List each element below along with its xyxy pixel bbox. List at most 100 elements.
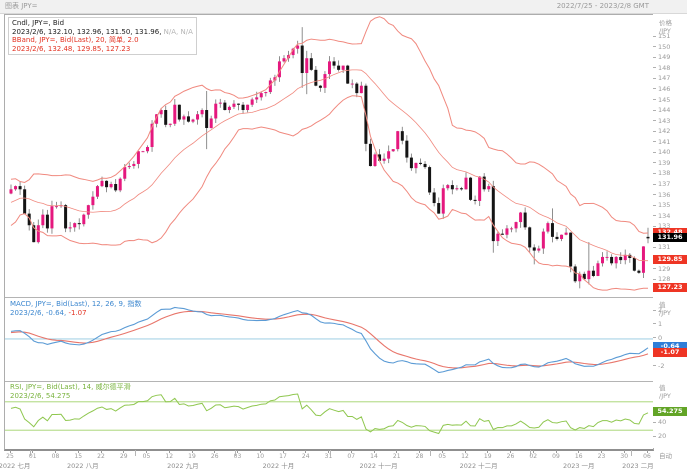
month-boundary-mark xyxy=(530,450,531,456)
macd-tick-label: 0 xyxy=(658,334,662,342)
time-tick-day-label: 06 xyxy=(640,453,654,460)
time-tick-day-label: 31 xyxy=(322,453,336,460)
macd-legend: MACD, JPY=, Bid(Last), 12, 26, 9, 指数 202… xyxy=(10,300,141,317)
price-tick-label: 139 xyxy=(658,159,670,167)
chart-title: 图表 JPY= xyxy=(5,0,38,13)
price-tick-label: 134 xyxy=(658,212,670,220)
time-tick-day-label: 09 xyxy=(549,453,563,460)
month-boundary-mark xyxy=(135,450,136,456)
month-label: 2022 七月 xyxy=(0,460,45,470)
time-tick-day-label: 30 xyxy=(617,453,631,460)
time-tick-day-label: 23 xyxy=(595,453,609,460)
month-label: 2022 十一月 xyxy=(349,460,409,470)
price-tick-mark xyxy=(653,184,656,185)
month-label: 2023 一月 xyxy=(549,460,609,470)
price-tick-mark xyxy=(653,173,656,174)
price-tick-mark xyxy=(653,36,656,37)
price-tick-mark xyxy=(653,57,656,58)
price-tick-label: 131 xyxy=(658,243,670,251)
bband-values: 2023/2/6, 132.48, 129.85, 127.23 xyxy=(12,45,193,54)
rsi-tick-mark xyxy=(653,436,656,437)
price-tick-mark xyxy=(653,215,656,216)
bband-mid-badge: 129.85 xyxy=(653,255,687,264)
time-axis[interactable]: 自动 2501081522290512192603101724310714212… xyxy=(0,450,687,470)
time-tick-day-label: 05 xyxy=(140,453,154,460)
price-tick-mark xyxy=(653,46,656,47)
rsi-value-badge: 54.275 xyxy=(653,407,687,416)
price-tick-mark xyxy=(653,268,656,269)
price-tick-label: 138 xyxy=(658,169,670,177)
time-tick-day-label: 28 xyxy=(413,453,427,460)
time-tick-day-label: 07 xyxy=(344,453,358,460)
price-tick-mark xyxy=(653,88,656,89)
price-tick-label: 146 xyxy=(658,85,670,93)
chart-plot-area[interactable]: Cndl, JPY=, Bid 2023/2/6, 132.10, 132.96… xyxy=(4,14,654,451)
time-tick-day-label: 03 xyxy=(231,453,245,460)
time-tick-day-label: 12 xyxy=(458,453,472,460)
rsi-tick-mark xyxy=(653,422,656,423)
price-tick-label: 136 xyxy=(658,191,670,199)
price-tick-mark xyxy=(653,205,656,206)
price-tick-mark xyxy=(653,141,656,142)
time-tick-day-label: 01 xyxy=(26,453,40,460)
price-tick-label: 129 xyxy=(658,265,670,273)
chart-window: 图表 JPY= 2022/7/25 - 2023/2/8 GMT Cndl, J… xyxy=(0,0,687,470)
price-tick-label: 143 xyxy=(658,117,670,125)
month-label: 2022 九月 xyxy=(153,460,213,470)
time-tick-day-label: 22 xyxy=(94,453,108,460)
time-tick-day-label: 26 xyxy=(504,453,518,460)
price-tick-mark xyxy=(653,67,656,68)
rsi-tick-label: 40 xyxy=(658,418,666,426)
rsi-tick-label: 20 xyxy=(658,432,666,440)
macd-tick-label: 1 xyxy=(658,320,662,328)
time-tick-day-label: 19 xyxy=(481,453,495,460)
time-tick-day-label: 08 xyxy=(49,453,63,460)
time-tick-day-label: 24 xyxy=(299,453,313,460)
price-tick-label: 137 xyxy=(658,180,670,188)
price-tick-mark xyxy=(653,194,656,195)
price-tick-label: 149 xyxy=(658,53,670,61)
month-boundary-mark xyxy=(235,450,236,456)
rsi-axis-header: 值/JPY xyxy=(659,385,671,400)
price-tick-mark xyxy=(653,152,656,153)
macd-tick-mark xyxy=(653,365,656,366)
time-tick-day-label: 15 xyxy=(71,453,85,460)
macd-values: 2023/2/6, -0.64, -1.07 xyxy=(10,309,141,318)
macd-tick-label: -2 xyxy=(658,362,664,370)
bband-lower-badge: 127.23 xyxy=(653,283,687,292)
price-tick-label: 151 xyxy=(658,32,670,40)
time-tick-day-label: 26 xyxy=(208,453,222,460)
time-tick-day-label: 29 xyxy=(117,453,131,460)
price-tick-label: 141 xyxy=(658,138,670,146)
rsi-value: 2023/2/6, 54.275 xyxy=(10,392,131,401)
month-label: 2023 二月 xyxy=(608,460,668,470)
time-tick-day-label: 21 xyxy=(390,453,404,460)
chart-date-range: 2022/7/25 - 2023/2/8 GMT xyxy=(557,0,649,13)
macd-series-label: MACD, JPY=, Bid(Last), 12, 26, 9, 指数 xyxy=(10,300,141,309)
month-boundary-mark xyxy=(330,450,331,456)
macd-signal-value: -1.07 xyxy=(66,309,86,317)
time-tick-day-label: 19 xyxy=(185,453,199,460)
time-tick-day-label: 25 xyxy=(3,453,17,460)
price-tick-mark xyxy=(653,120,656,121)
time-tick-day-label: 10 xyxy=(253,453,267,460)
rsi-legend: RSI, JPY=, Bid(Last), 14, 威尔德平滑 2023/2/6… xyxy=(10,383,131,400)
axis-auto-label[interactable]: 自动 xyxy=(659,450,672,460)
price-tick-label: 140 xyxy=(658,148,670,156)
time-tick-day-label: 05 xyxy=(435,453,449,460)
macd-tick-mark xyxy=(653,310,656,311)
month-boundary-mark xyxy=(430,450,431,456)
price-tick-mark xyxy=(653,131,656,132)
last-price-badge: 131.96 xyxy=(653,233,687,242)
month-label: 2022 八月 xyxy=(53,460,113,470)
rsi-series-label: RSI, JPY=, Bid(Last), 14, 威尔德平滑 xyxy=(10,383,131,392)
time-tick-day-label: 02 xyxy=(526,453,540,460)
price-tick-mark xyxy=(653,279,656,280)
price-axis[interactable]: 价格/JPY值/JPY值/JPY151150149148147146145144… xyxy=(653,14,687,448)
price-tick-mark xyxy=(653,247,656,248)
price-tick-label: 147 xyxy=(658,74,670,82)
macd-tick-mark xyxy=(653,323,656,324)
time-tick-day-label: 14 xyxy=(367,453,381,460)
month-label: 2022 十月 xyxy=(248,460,308,470)
price-tick-mark xyxy=(653,99,656,100)
